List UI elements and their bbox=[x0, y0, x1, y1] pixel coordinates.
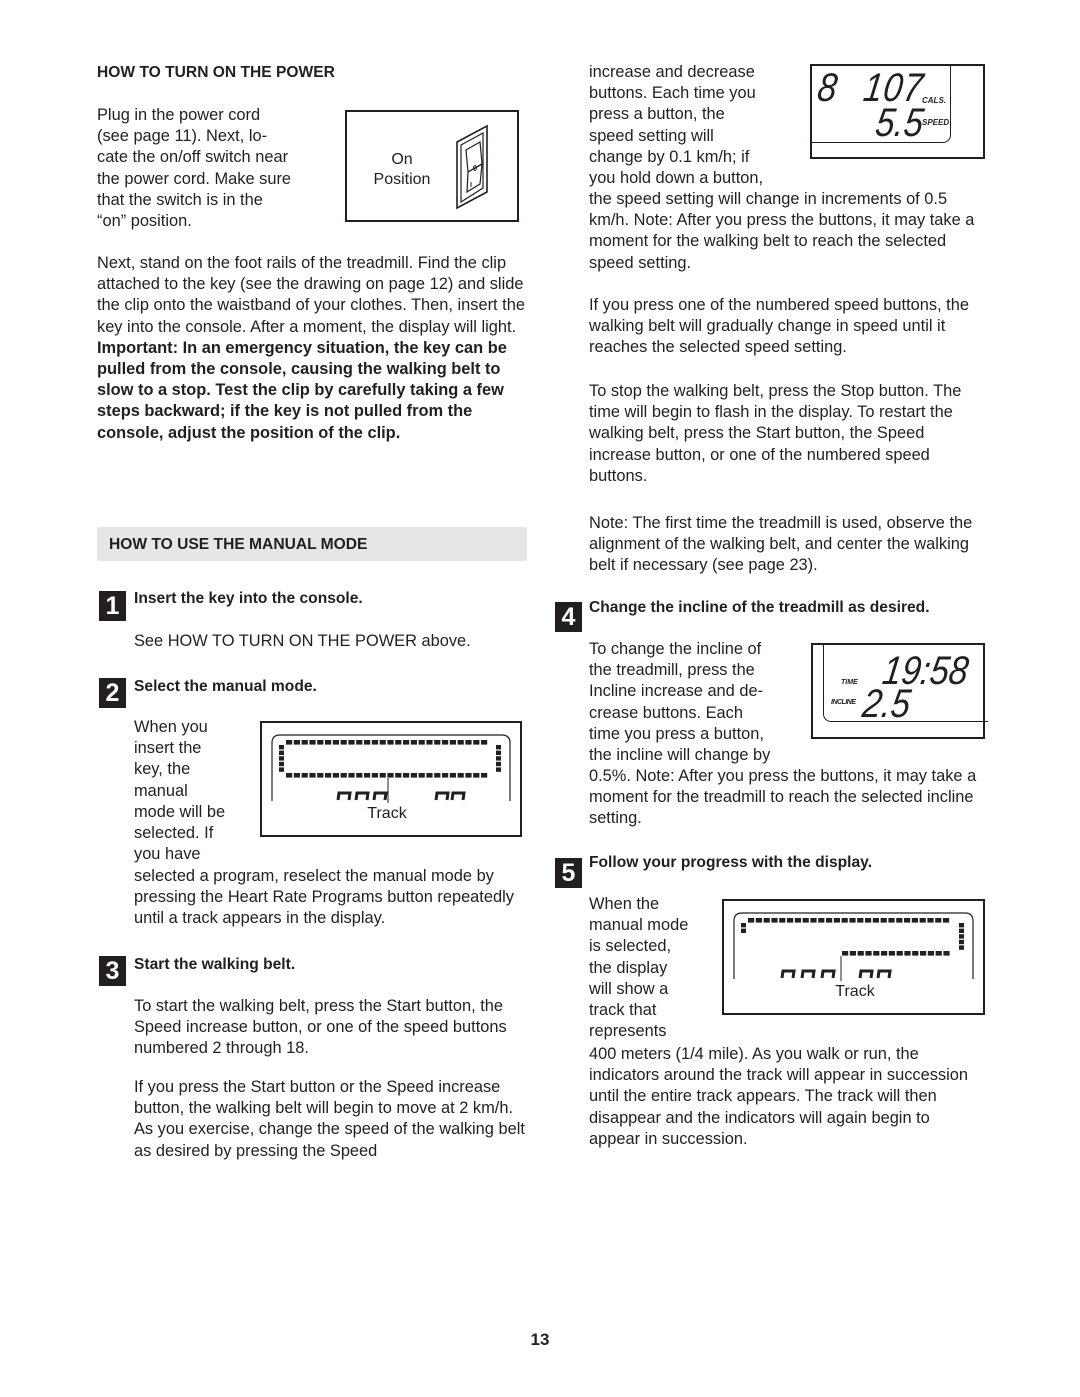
step-title-3: Start the walking belt. bbox=[134, 956, 296, 973]
text-line: buttons. Each time you bbox=[589, 84, 756, 103]
text-line: Incline increase and de- bbox=[589, 682, 764, 701]
text-line: To change the incline of bbox=[589, 640, 762, 658]
text-line: the power cord. Make sure bbox=[97, 169, 292, 188]
text-line: key, the bbox=[134, 760, 191, 779]
power-warning-bold: Important: In an emergency situation, th… bbox=[97, 338, 507, 442]
text-line: press a button, the bbox=[589, 105, 725, 124]
step-body-4: 0.5%. Note: After you press the buttons,… bbox=[589, 767, 977, 828]
step-5-wrap: When the manual mode is selected, the di… bbox=[589, 894, 714, 1042]
text-line: the treadmill, press the bbox=[589, 661, 755, 680]
text-line: (see page 11). Next, lo- bbox=[97, 127, 268, 146]
step-title-2: Select the manual mode. bbox=[134, 678, 317, 695]
text-line: “on” position. bbox=[97, 212, 192, 231]
text-line: will show a bbox=[589, 979, 669, 998]
text-line: crease buttons. Each bbox=[589, 703, 743, 722]
figure-label-on: On bbox=[391, 151, 413, 168]
text-line: the display bbox=[589, 958, 668, 977]
power-switch-figure: On Position bbox=[345, 110, 519, 222]
text-line: represents bbox=[589, 1022, 667, 1041]
speed-numbered-para: If you press one of the numbered speed b… bbox=[589, 296, 969, 357]
lcd-speed-label: SPEED bbox=[922, 118, 950, 127]
figure-label-position: Position bbox=[373, 171, 431, 188]
figure-label-track: Track bbox=[367, 805, 407, 822]
step-body-2: selected a program, reselect the manual … bbox=[134, 867, 514, 928]
step-number-2: 2 bbox=[99, 678, 126, 708]
text-line: cate the on/off switch near bbox=[97, 148, 289, 167]
power-text-normal: Next, stand on the foot rails of the tre… bbox=[97, 254, 525, 336]
track-display-figure-empty: Track bbox=[260, 721, 522, 837]
text-line: the incline will change by bbox=[589, 746, 771, 765]
lcd-incline-value: 2.5 bbox=[859, 682, 914, 726]
step-title-5: Follow your progress with the display. bbox=[589, 854, 873, 871]
text-line: mode will be bbox=[134, 802, 226, 821]
track-display-figure-partial: Track bbox=[722, 899, 985, 1015]
lcd-incline-label: INCLINE bbox=[831, 699, 856, 706]
speed-display-figure: 8 107 CALS. 5.5 SPEED bbox=[810, 64, 985, 159]
step-number-4: 4 bbox=[555, 602, 582, 632]
step-number-3: 3 bbox=[99, 956, 126, 986]
step-title-1: Insert the key into the console. bbox=[134, 590, 363, 607]
text-line: insert the bbox=[134, 739, 202, 758]
step-3-para-2: If you press the Start button or the Spe… bbox=[134, 1078, 525, 1160]
step-body-5: 400 meters (1/4 mile). As you walk or ru… bbox=[589, 1045, 969, 1148]
step-2-wrap: When you insert the key, the manual mode… bbox=[134, 717, 254, 865]
alignment-note: Note: The first time the treadmill is us… bbox=[589, 514, 973, 575]
incline-display-figure: 19:58 TIME 2.5 INCLINE bbox=[811, 643, 988, 739]
text-line: When you bbox=[134, 718, 208, 736]
text-line: increase and decrease bbox=[589, 63, 755, 81]
step-number-5: 5 bbox=[555, 858, 582, 888]
page-number: 13 bbox=[530, 1330, 550, 1349]
lcd-speed-value: 5.5 bbox=[872, 101, 927, 145]
step-3-para-1: To start the walking belt, press the Sta… bbox=[134, 997, 507, 1058]
text-line: manual mode bbox=[589, 916, 689, 935]
power-instructions: Next, stand on the foot rails of the tre… bbox=[97, 253, 529, 444]
text-line: speed setting will bbox=[589, 126, 714, 145]
text-line: time you press a button, bbox=[589, 724, 764, 743]
text-line: selected. If bbox=[134, 824, 214, 843]
text-line: you have bbox=[134, 845, 201, 864]
speed-body-rest: the speed setting will change in increme… bbox=[589, 190, 975, 272]
text-line: manual bbox=[134, 781, 188, 800]
step-4-wrap: To change the incline of the treadmill, … bbox=[589, 639, 799, 766]
section-heading-manual-bar: HOW TO USE THE MANUAL MODE bbox=[97, 527, 527, 561]
text-line: track that bbox=[589, 1001, 657, 1020]
text-line: When the bbox=[589, 895, 660, 913]
rocker-switch-icon bbox=[456, 124, 488, 210]
text-line: that the switch is in the bbox=[97, 190, 263, 209]
section-heading-manual: HOW TO USE THE MANUAL MODE bbox=[109, 536, 368, 553]
text-line: is selected, bbox=[589, 937, 671, 956]
stop-para: To stop the walking belt, press the Stop… bbox=[589, 382, 962, 485]
lcd-time-label: TIME bbox=[841, 679, 858, 686]
step-title-4: Change the incline of the treadmill as d… bbox=[589, 599, 930, 616]
section-heading-power: HOW TO TURN ON THE POWER bbox=[97, 64, 335, 81]
step-number-1: 1 bbox=[99, 591, 126, 621]
power-intro: Plug in the power cord (see page 11). Ne… bbox=[97, 105, 327, 232]
text-line: you hold down a button, bbox=[589, 169, 764, 188]
figure-label-track: Track bbox=[835, 983, 875, 1000]
text-line: change by 0.1 km/h; if bbox=[589, 147, 750, 166]
speed-wrap: increase and decrease buttons. Each time… bbox=[589, 62, 789, 189]
step-body-1: See HOW TO TURN ON THE POWER above. bbox=[134, 632, 471, 650]
text-line: Plug in the power cord bbox=[97, 106, 261, 124]
